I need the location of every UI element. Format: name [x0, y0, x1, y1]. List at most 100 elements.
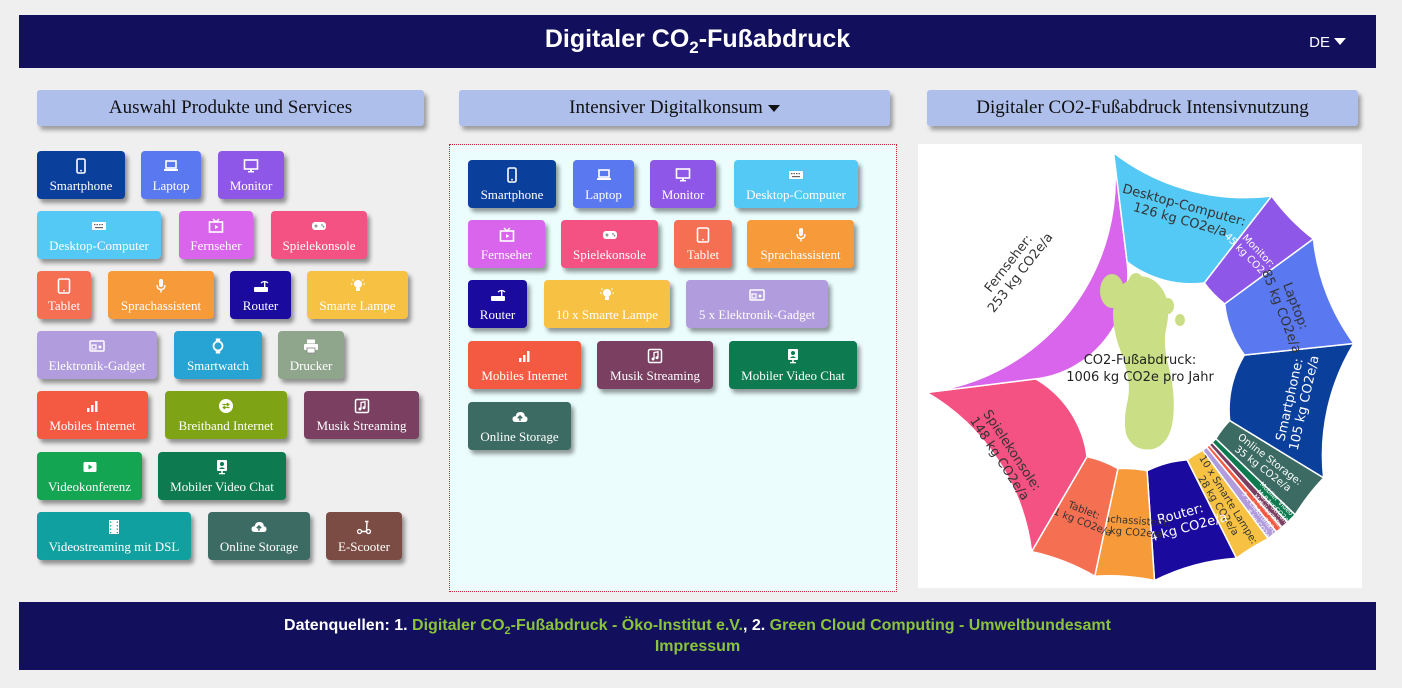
tile-label: Mobiler Video Chat [741, 368, 845, 383]
catalog-tile-tablet[interactable]: Tablet [37, 271, 91, 319]
tile-label: Router [479, 307, 516, 322]
selected-tile-monitor[interactable]: Monitor [650, 160, 716, 208]
tile-label: Smartwatch [186, 358, 250, 373]
tile-label: Router [242, 298, 279, 313]
selected-tile-fernseher[interactable]: Fernseher [468, 220, 545, 268]
language-dropdown[interactable]: DE [1309, 34, 1346, 51]
tile-icon [674, 227, 732, 243]
source-link-umweltbundesamt[interactable]: Green Cloud Computing - Umweltbundesamt [770, 617, 1111, 634]
catalog-tile-desktop-computer[interactable]: Desktop-Computer [37, 211, 161, 259]
catalog-tile-mobiles-internet[interactable]: Mobiles Internet [37, 391, 148, 439]
tile-icon [37, 158, 125, 174]
selected-tile-smartphone[interactable]: Smartphone [468, 160, 556, 208]
video-icon [83, 462, 96, 472]
selected-tile-laptop[interactable]: Laptop [573, 160, 634, 208]
tile-icon [37, 519, 191, 535]
tile-icon [326, 519, 402, 535]
catalog-tile-smartphone[interactable]: Smartphone [37, 151, 125, 199]
tile-label: Videostreaming mit DSL [48, 539, 180, 554]
selected-tile-desktop-computer[interactable]: Desktop-Computer [734, 160, 858, 208]
tile-label: E-Scooter [338, 539, 390, 554]
tile-label: Smartphone [480, 187, 544, 202]
microphone-icon [156, 279, 166, 293]
laptop-icon [164, 160, 178, 171]
catalog-tile-online-storage[interactable]: Online Storage [208, 512, 310, 560]
signal-icon [86, 401, 97, 412]
selected-tile-mobiles-internet[interactable]: Mobiles Internet [468, 341, 581, 389]
tile-icon [37, 278, 91, 294]
tile-icon [158, 459, 286, 475]
selected-tile-mobiler-video-chat[interactable]: Mobiler Video Chat [729, 341, 857, 389]
tile-label: Spielekonsole [282, 238, 356, 253]
tile-label: Smartphone [49, 178, 113, 193]
tile-icon [108, 278, 214, 294]
tile-label: Sprachassistent [760, 247, 841, 262]
catalog-tile-elektronik-gadget[interactable]: Elektronik-Gadget [37, 331, 157, 379]
catalog-tile-drucker[interactable]: Drucker [278, 331, 344, 379]
catalog-tile-musik-streaming[interactable]: Musik Streaming [304, 391, 419, 439]
cloud-upload-icon [512, 412, 527, 422]
app-header: Digitaler CO2-Fußabdruck DE [19, 15, 1376, 68]
tile-label: Desktop-Computer [49, 238, 149, 253]
selected-tile-sprachassistent[interactable]: Sprachassistent [747, 220, 854, 268]
lamp-icon [350, 279, 365, 291]
tile-icon [729, 348, 857, 364]
monitor-icon [243, 159, 259, 173]
cloud-upload-icon [251, 522, 267, 532]
tile-label: 10 x Smarte Lampe [555, 307, 659, 322]
smartphone-icon [507, 167, 517, 183]
tile-icon [278, 338, 344, 354]
catalog-tile-smarte-lampe[interactable]: Smarte Lampe [307, 271, 408, 319]
tile-icon [561, 227, 658, 243]
catalog-tile-videostreaming-mit-dsl[interactable]: Videostreaming mit DSL [37, 512, 191, 560]
gadget-icon [749, 289, 765, 301]
selected-tile-10-x-smarte-lampe[interactable]: 10 x Smarte Lampe [544, 280, 670, 328]
selected-tile-router[interactable]: Router [468, 280, 527, 328]
catalog-tile-mobiler-video-chat[interactable]: Mobiler Video Chat [158, 452, 286, 500]
catalog-tile-router[interactable]: Router [230, 271, 291, 319]
signal-icon [518, 351, 529, 362]
tv-icon [499, 227, 514, 242]
footprint-chart: Smartphone:105 kg CO2e/a Online Storage:3… [918, 144, 1362, 588]
tile-icon [544, 287, 670, 303]
impressum-link[interactable]: Impressum [655, 638, 740, 655]
catalog-tile-smartwatch[interactable]: Smartwatch [174, 331, 262, 379]
selected-tile-spielekonsole[interactable]: Spielekonsole [561, 220, 658, 268]
exchange-icon [219, 399, 233, 413]
tile-icon [37, 398, 148, 414]
catalog-tile-laptop[interactable]: Laptop [141, 151, 201, 199]
selected-tile-5-x-elektronik-gadget[interactable]: 5 x Elektronik-Gadget [686, 280, 828, 328]
source-link-oeko-institut[interactable]: Digitaler CO2-Fußabdruck - Öko-Institut … [412, 617, 743, 637]
selected-tile-tablet[interactable]: Tablet [674, 220, 732, 268]
tile-label: Elektronik-Gadget [48, 358, 146, 373]
consumption-dropdown[interactable]: Intensiver Digitalkonsum [459, 90, 890, 126]
catalog-tile-fernseher[interactable]: Fernseher [179, 211, 253, 259]
gadget-icon [89, 340, 105, 352]
keyboard-icon [789, 171, 803, 179]
chart-heading: Digitaler CO2-Fußabdruck Intensivnutzung [927, 90, 1358, 126]
tile-icon [650, 167, 716, 183]
router-icon [253, 280, 268, 292]
catalog-tile-sprachassistent[interactable]: Sprachassistent [108, 271, 214, 319]
catalog-tile-videokonferenz[interactable]: Videokonferenz [37, 452, 142, 500]
catalog-tile-breitband-internet[interactable]: Breitband Internet [165, 391, 287, 439]
selected-tile-online-storage[interactable]: Online Storage [468, 402, 571, 450]
watch-icon [212, 338, 224, 354]
tile-label: Online Storage [219, 539, 299, 554]
selected-tile-musik-streaming[interactable]: Musik Streaming [597, 341, 713, 389]
gamepad-icon [602, 231, 617, 239]
catalog-tile-spielekonsole[interactable]: Spielekonsole [271, 211, 367, 259]
microphone-icon [795, 228, 806, 242]
tile-icon [307, 278, 408, 294]
center-value: 1006 kg CO2e pro Jahr [1066, 370, 1214, 385]
caret-down-icon [767, 104, 780, 112]
footer: Datenquellen: 1. Digitaler CO2-Fußabdruc… [19, 602, 1376, 670]
tablet-icon [696, 227, 710, 243]
catalog-tile-e-scooter[interactable]: E-Scooter [326, 512, 402, 560]
tile-label: Laptop [585, 187, 622, 202]
catalog-tile-monitor[interactable]: Monitor [218, 151, 284, 199]
video-chat-icon [788, 349, 798, 364]
tile-label: Tablet [47, 298, 81, 313]
slice-label: Fernseher:253 kg CO2e/a [973, 221, 1056, 316]
tile-label: Monitor [229, 178, 273, 193]
